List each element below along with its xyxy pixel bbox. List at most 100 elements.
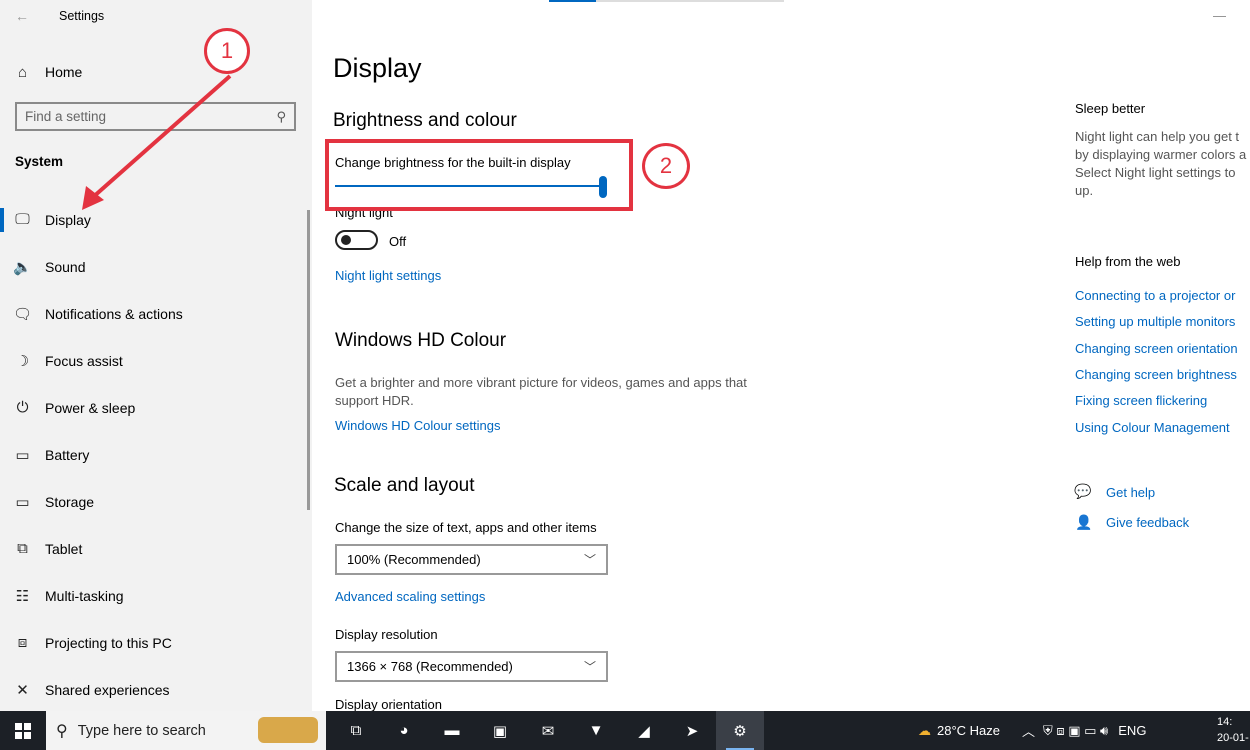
sidebar-nav-list: 🖵 Display 🔈 Sound 🗨 Notifications & actions ☽ F…: [0, 196, 312, 713]
orientation-label: Display orientation: [335, 697, 442, 712]
clock-date: 20-01-: [1217, 732, 1249, 744]
sidebar-item-battery[interactable]: ▭ Battery: [0, 431, 312, 478]
weather-icon[interactable]: ☁: [918, 723, 931, 739]
brightness-heading: Brightness and colour: [333, 110, 517, 131]
tray-icons[interactable]: ⛨ ⧈ ▣ ▭ 🔊︎: [1043, 723, 1108, 739]
sidebar-item-shared-experiences[interactable]: ✕ Shared experiences: [0, 666, 312, 713]
get-help-icon: 💬: [1074, 483, 1092, 499]
language-indicator[interactable]: ENG: [1118, 723, 1146, 738]
weather-text[interactable]: 28°C Haze: [937, 723, 1000, 738]
chevron-up-icon[interactable]: ︿: [1022, 721, 1035, 740]
resolution-dropdown-value: 1366 × 768 (Recommended): [347, 659, 513, 674]
scale-dropdown-value: 100% (Recommended): [347, 552, 481, 567]
chevron-down-icon: ﹀: [583, 660, 596, 674]
start-button[interactable]: [0, 711, 46, 750]
sleep-desc-line: up.: [1075, 183, 1094, 198]
help-link[interactable]: Using Colour Management: [1075, 420, 1230, 435]
brave-icon[interactable]: ▼: [572, 711, 620, 750]
back-arrow-icon[interactable]: ←: [0, 0, 44, 32]
sidebar-item-notifications-actions[interactable]: 🗨 Notifications & actions: [0, 290, 312, 337]
system-tray: ☁ 28°C Haze ︿ ⛨ ⧈ ▣ ▭ 🔊︎ ENG: [918, 711, 1146, 750]
minimize-button[interactable]: —: [1213, 8, 1226, 23]
search-icon[interactable]: ⚲: [276, 109, 286, 125]
sidebar-item-label: Display: [45, 211, 91, 228]
tablet-icon: ⧉: [17, 540, 28, 557]
annotation-step-2: 2: [642, 143, 690, 189]
search-icon: ⚲: [56, 722, 68, 740]
get-help-link[interactable]: Get help: [1106, 485, 1155, 500]
app-icon[interactable]: ◢: [620, 711, 668, 750]
sidebar-item-projecting-to-this-pc[interactable]: ⧈ Projecting to this PC: [0, 619, 312, 666]
hd-colour-settings-link[interactable]: Windows HD Colour settings: [335, 418, 500, 433]
chevron-down-icon: ﹀: [583, 553, 596, 567]
help-link[interactable]: Connecting to a projector or: [1075, 288, 1235, 303]
advanced-scaling-link[interactable]: Advanced scaling settings: [335, 589, 485, 604]
give-feedback-link[interactable]: Give feedback: [1106, 515, 1189, 530]
clock-time: 14:: [1217, 716, 1233, 728]
sidebar-item-label: Projecting to this PC: [45, 634, 172, 651]
sidebar-item-label: Power & sleep: [45, 399, 136, 416]
sleep-better-title: Sleep better: [1075, 101, 1146, 116]
sleep-desc-line: Select Night light settings to: [1075, 165, 1236, 180]
sidebar-item-power-sleep[interactable]: ⏻ Power & sleep: [0, 384, 312, 431]
night-light-toggle[interactable]: [335, 230, 378, 250]
telegram-icon[interactable]: ➤: [668, 711, 716, 750]
battery-icon: ▭: [15, 446, 30, 464]
help-link[interactable]: Changing screen orientation: [1075, 341, 1238, 356]
help-link[interactable]: Setting up multiple monitors: [1075, 314, 1235, 329]
taskbar-search-box[interactable]: ⚲ Type here to search: [46, 711, 326, 750]
multitasking-icon: ☷: [15, 587, 30, 605]
sidebar-item-label: Notifications & actions: [45, 305, 183, 322]
resolution-dropdown[interactable]: 1366 × 768 (Recommended) ﹀: [335, 651, 608, 682]
sleep-better-description: Night light can help you get t by displa…: [1075, 128, 1246, 200]
highlight-box-brightness: [325, 139, 633, 211]
mail-icon[interactable]: ✉: [524, 711, 572, 750]
night-light-settings-link[interactable]: Night light settings: [335, 268, 441, 283]
sidebar-item-tablet[interactable]: ⧉ Tablet: [0, 525, 312, 572]
page-title: Display: [333, 53, 422, 83]
search-highlight-image: [258, 717, 318, 743]
resolution-label: Display resolution: [335, 627, 438, 642]
sidebar-item-multi-tasking[interactable]: ☷ Multi-tasking: [0, 572, 312, 619]
settings-gear-icon[interactable]: ⚙: [716, 711, 764, 750]
clock[interactable]: 14: 20-01-: [1217, 714, 1249, 746]
toggle-knob: [341, 235, 351, 245]
sidebar-item-focus-assist[interactable]: ☽ Focus assist: [0, 337, 312, 384]
feedback-icon: 👤: [1075, 514, 1093, 530]
sidebar-item-sound[interactable]: 🔈 Sound: [0, 243, 312, 290]
help-link[interactable]: Fixing screen flickering: [1075, 393, 1207, 408]
hd-colour-heading: Windows HD Colour: [335, 330, 507, 351]
home-icon: ⌂: [17, 63, 28, 81]
shared-icon: ✕: [16, 681, 29, 699]
annotation-step-1: 1: [204, 28, 250, 74]
sidebar-item-display[interactable]: 🖵 Display: [0, 196, 312, 243]
sidebar-scrollbar[interactable]: [307, 210, 310, 510]
help-link[interactable]: Changing screen brightness: [1075, 367, 1237, 382]
taskbar: ⚲ Type here to search ⧉ ◕ ▬ ▣ ✉ ▼ ◢ ➤ ⚙ ☁ 28°C H…: [0, 711, 1250, 750]
scale-dropdown[interactable]: 100% (Recommended) ﹀: [335, 544, 608, 575]
moon-icon: ☽: [15, 352, 30, 370]
projecting-icon: ⧈: [17, 634, 28, 651]
hd-colour-description: Get a brighter and more vibrant picture …: [335, 374, 747, 410]
sleep-desc-line: by displaying warmer colors a: [1075, 147, 1247, 162]
power-icon: ⏻: [16, 399, 29, 416]
title-bar: ← Settings: [0, 0, 312, 32]
sidebar-item-label: Multi-tasking: [45, 587, 124, 604]
sidebar: ← Settings ⌂ Home Find a setting ⚲ Syste…: [0, 0, 312, 711]
hd-colour-desc-line2: support HDR.: [335, 393, 414, 408]
task-view-icon[interactable]: ⧉: [332, 711, 380, 750]
sidebar-item-label: Shared experiences: [45, 681, 170, 698]
edge-icon[interactable]: ◕: [380, 711, 428, 750]
help-from-web-title: Help from the web: [1075, 254, 1181, 269]
taskbar-search-text: Type here to search: [77, 722, 206, 739]
sidebar-item-home[interactable]: ⌂ Home: [0, 56, 312, 88]
text-size-label: Change the size of text, apps and other …: [335, 520, 597, 535]
file-explorer-icon[interactable]: ▬: [428, 711, 476, 750]
section-label-system: System: [15, 154, 64, 169]
store-icon[interactable]: ▣: [476, 711, 524, 750]
top-tab-indicator: [549, 0, 596, 2]
speaker-icon: 🔈: [13, 258, 32, 276]
sidebar-item-label: Sound: [45, 258, 86, 275]
find-setting-search-box[interactable]: Find a setting ⚲: [15, 102, 296, 131]
sidebar-item-storage[interactable]: ▭ Storage: [0, 478, 312, 525]
